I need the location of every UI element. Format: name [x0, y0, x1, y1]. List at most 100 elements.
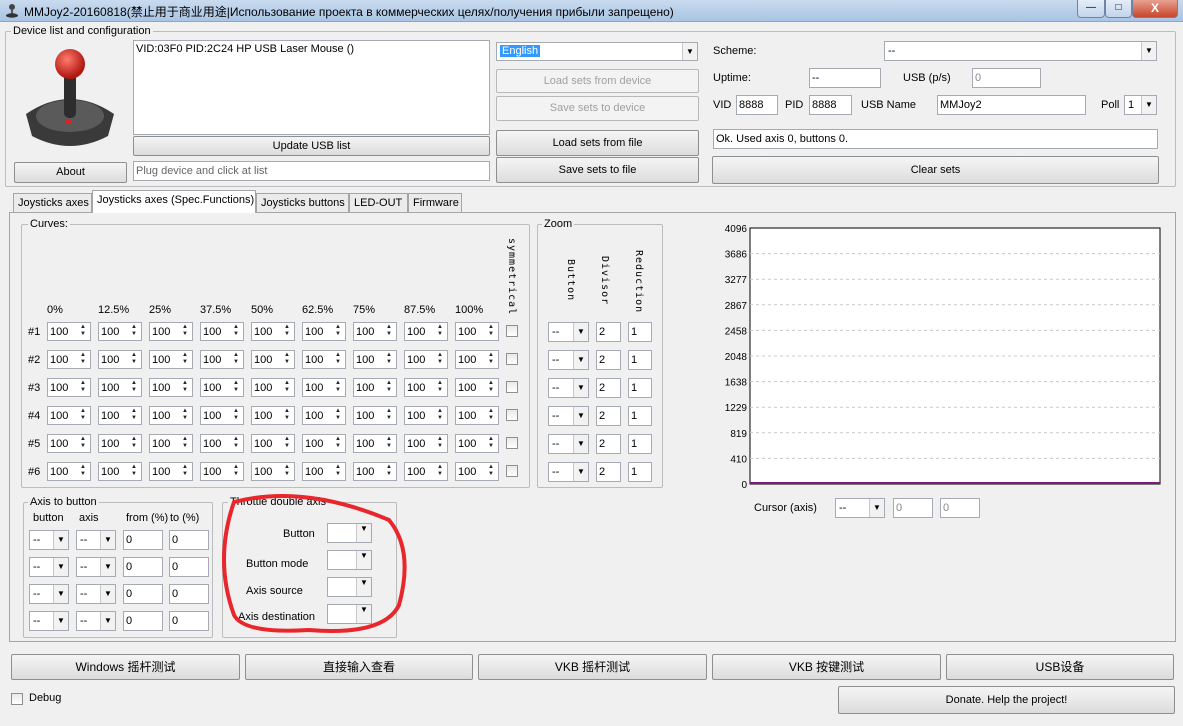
curve-spinner[interactable]: 100 ▲ ▼: [149, 434, 193, 453]
atb-to-field[interactable]: 0: [169, 530, 209, 550]
spinner-arrows-icon[interactable]: ▲ ▼: [281, 464, 293, 479]
spinner-arrows-icon[interactable]: ▲ ▼: [230, 380, 242, 395]
curve-spinner[interactable]: 100 ▲ ▼: [404, 322, 448, 341]
minimize-button[interactable]: —: [1077, 0, 1105, 18]
curve-spinner[interactable]: 100 ▲ ▼: [251, 434, 295, 453]
spinner-arrows-icon[interactable]: ▲ ▼: [485, 436, 497, 451]
spinner-arrows-icon[interactable]: ▲ ▼: [281, 324, 293, 339]
usb-ps-field[interactable]: 0: [972, 68, 1041, 88]
spinner-arrows-icon[interactable]: ▲ ▼: [485, 408, 497, 423]
vid-field[interactable]: 8888: [736, 95, 778, 115]
curve-spinner[interactable]: 100 ▲ ▼: [404, 406, 448, 425]
curve-spinner[interactable]: 100 ▲ ▼: [200, 322, 244, 341]
spinner-arrows-icon[interactable]: ▲ ▼: [383, 408, 395, 423]
curve-spinner[interactable]: 100 ▲ ▼: [302, 406, 346, 425]
zoom-reduction-field[interactable]: 1: [628, 434, 652, 454]
spinner-arrows-icon[interactable]: ▲ ▼: [434, 464, 446, 479]
usb-name-field[interactable]: MMJoy2: [937, 95, 1086, 115]
spinner-arrows-icon[interactable]: ▲ ▼: [128, 408, 140, 423]
spinner-arrows-icon[interactable]: ▲ ▼: [434, 436, 446, 451]
spinner-arrows-icon[interactable]: ▲ ▼: [230, 408, 242, 423]
poll-select[interactable]: 1 ▼: [1124, 95, 1157, 115]
update-usb-button[interactable]: Update USB list: [133, 136, 490, 156]
curve-spinner[interactable]: 100 ▲ ▼: [200, 406, 244, 425]
spinner-arrows-icon[interactable]: ▲ ▼: [281, 380, 293, 395]
curve-spinner[interactable]: 100 ▲ ▼: [455, 378, 499, 397]
spinner-arrows-icon[interactable]: ▲ ▼: [281, 436, 293, 451]
spinner-arrows-icon[interactable]: ▲ ▼: [434, 408, 446, 423]
zoom-divisor-field[interactable]: 2: [596, 434, 621, 454]
curve-spinner[interactable]: 100 ▲ ▼: [353, 322, 397, 341]
curve-spinner[interactable]: 100 ▲ ▼: [47, 350, 91, 369]
device-list[interactable]: VID:03F0 PID:2C24 HP USB Laser Mouse (): [133, 40, 490, 135]
curve-spinner[interactable]: 100 ▲ ▼: [404, 434, 448, 453]
zoom-reduction-field[interactable]: 1: [628, 350, 652, 370]
spinner-arrows-icon[interactable]: ▲ ▼: [485, 380, 497, 395]
zoom-button-select[interactable]: -- ▼: [548, 322, 589, 342]
curve-spinner[interactable]: 100 ▲ ▼: [455, 406, 499, 425]
atb-from-field[interactable]: 0: [123, 584, 163, 604]
curve-spinner[interactable]: 100 ▲ ▼: [251, 462, 295, 481]
curve-spinner[interactable]: 100 ▲ ▼: [251, 322, 295, 341]
spinner-arrows-icon[interactable]: ▲ ▼: [77, 352, 89, 367]
atb-to-field[interactable]: 0: [169, 584, 209, 604]
curve-spinner[interactable]: 100 ▲ ▼: [149, 350, 193, 369]
symmetrical-checkbox[interactable]: [506, 353, 518, 365]
curve-spinner[interactable]: 100 ▲ ▼: [200, 462, 244, 481]
symmetrical-checkbox[interactable]: [506, 325, 518, 337]
curve-spinner[interactable]: 100 ▲ ▼: [47, 378, 91, 397]
spinner-arrows-icon[interactable]: ▲ ▼: [434, 324, 446, 339]
spinner-arrows-icon[interactable]: ▲ ▼: [281, 352, 293, 367]
curve-spinner[interactable]: 100 ▲ ▼: [302, 434, 346, 453]
spinner-arrows-icon[interactable]: ▲ ▼: [179, 352, 191, 367]
pid-field[interactable]: 8888: [809, 95, 852, 115]
curve-spinner[interactable]: 100 ▲ ▼: [455, 462, 499, 481]
atb-button-select[interactable]: -- ▼: [29, 557, 69, 577]
zoom-button-select[interactable]: -- ▼: [548, 434, 589, 454]
atb-to-field[interactable]: 0: [169, 557, 209, 577]
symmetrical-checkbox[interactable]: [506, 465, 518, 477]
spinner-arrows-icon[interactable]: ▲ ▼: [332, 464, 344, 479]
curve-spinner[interactable]: 100 ▲ ▼: [455, 434, 499, 453]
curve-spinner[interactable]: 100 ▲ ▼: [353, 434, 397, 453]
cursor-select[interactable]: -- ▼: [835, 498, 885, 518]
zoom-reduction-field[interactable]: 1: [628, 406, 652, 426]
curve-spinner[interactable]: 100 ▲ ▼: [302, 378, 346, 397]
zoom-divisor-field[interactable]: 2: [596, 350, 621, 370]
load-from-device-button[interactable]: Load sets from device: [496, 69, 699, 93]
atb-axis-select[interactable]: -- ▼: [76, 530, 116, 550]
spinner-arrows-icon[interactable]: ▲ ▼: [383, 380, 395, 395]
spinner-arrows-icon[interactable]: ▲ ▼: [230, 324, 242, 339]
debug-checkbox[interactable]: [11, 693, 23, 705]
curve-spinner[interactable]: 100 ▲ ▼: [98, 322, 142, 341]
spinner-arrows-icon[interactable]: ▲ ▼: [128, 380, 140, 395]
curve-spinner[interactable]: 100 ▲ ▼: [98, 378, 142, 397]
spinner-arrows-icon[interactable]: ▲ ▼: [332, 380, 344, 395]
spinner-arrows-icon[interactable]: ▲ ▼: [77, 464, 89, 479]
spinner-arrows-icon[interactable]: ▲ ▼: [179, 436, 191, 451]
device-list-item[interactable]: VID:03F0 PID:2C24 HP USB Laser Mouse (): [136, 41, 489, 55]
atb-from-field[interactable]: 0: [123, 557, 163, 577]
zoom-reduction-field[interactable]: 1: [628, 378, 652, 398]
spinner-arrows-icon[interactable]: ▲ ▼: [434, 352, 446, 367]
tab-joysticks-axes[interactable]: Joysticks axes: [13, 193, 92, 212]
spinner-arrows-icon[interactable]: ▲ ▼: [383, 352, 395, 367]
curve-spinner[interactable]: 100 ▲ ▼: [47, 434, 91, 453]
zoom-divisor-field[interactable]: 2: [596, 322, 621, 342]
curve-spinner[interactable]: 100 ▲ ▼: [149, 462, 193, 481]
curve-spinner[interactable]: 100 ▲ ▼: [149, 322, 193, 341]
device-status-field[interactable]: Plug device and click at list: [133, 161, 490, 181]
curve-spinner[interactable]: 100 ▲ ▼: [98, 406, 142, 425]
curve-spinner[interactable]: 100 ▲ ▼: [353, 350, 397, 369]
spinner-arrows-icon[interactable]: ▲ ▼: [179, 408, 191, 423]
spinner-arrows-icon[interactable]: ▲ ▼: [281, 408, 293, 423]
zoom-divisor-field[interactable]: 2: [596, 462, 621, 482]
save-to-file-button[interactable]: Save sets to file: [496, 157, 699, 183]
spinner-arrows-icon[interactable]: ▲ ▼: [383, 436, 395, 451]
tab-joysticks-buttons[interactable]: Joysticks buttons: [256, 193, 349, 212]
save-to-device-button[interactable]: Save sets to device: [496, 96, 699, 121]
curve-spinner[interactable]: 100 ▲ ▼: [200, 378, 244, 397]
spinner-arrows-icon[interactable]: ▲ ▼: [179, 380, 191, 395]
spinner-arrows-icon[interactable]: ▲ ▼: [77, 408, 89, 423]
spinner-arrows-icon[interactable]: ▲ ▼: [230, 436, 242, 451]
